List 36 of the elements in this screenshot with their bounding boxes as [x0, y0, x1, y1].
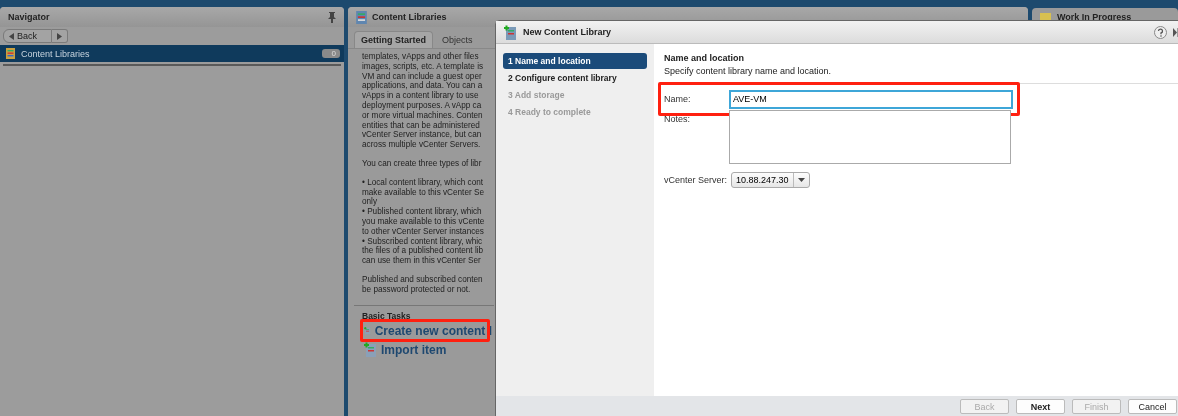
task-link[interactable]: Create new content l	[374, 323, 492, 338]
tab[interactable]: Getting Started	[354, 31, 433, 48]
forward-button[interactable]	[52, 29, 68, 43]
wizard-button[interactable]: Next	[1016, 399, 1065, 414]
wizard-step[interactable]: 1 Name and location	[503, 53, 647, 69]
panel-title: Work In Progress	[1057, 12, 1132, 22]
expand-icon[interactable]	[1173, 27, 1178, 37]
description-text: Published and subscribed conten be password protected or not.	[362, 274, 483, 295]
description-text: • Local content library, which cont make available to this vCenter Se only • Published content library, which you make available to this vCente to other vCenter Server instances • Subscribed content library, whic the files of a published content lib can use them in this vCenter Ser	[362, 177, 485, 266]
dialog-title: New Content Library	[523, 27, 611, 37]
panel-title: Navigator	[8, 12, 50, 22]
tab[interactable]: Objects	[435, 31, 480, 48]
description-text: You can create three types of libr	[362, 158, 482, 169]
forward-arrow-icon	[57, 32, 62, 40]
help-icon[interactable]	[1154, 25, 1167, 39]
page-heading: Name and location	[664, 53, 745, 63]
server-dropdown[interactable]: 10.88.247.30	[731, 172, 810, 188]
field-label: Name:	[664, 94, 692, 104]
back-button[interactable]: Back	[3, 29, 52, 43]
library-icon	[6, 48, 15, 59]
notes-field[interactable]	[729, 110, 1011, 164]
library-add-icon	[364, 342, 377, 358]
field-label: vCenter Server:	[664, 175, 728, 185]
section-title: Basic Tasks	[362, 310, 412, 321]
name-field[interactable]: AVE-VM	[729, 89, 1013, 109]
wizard-step[interactable]: 2 Configure content library	[503, 70, 647, 86]
library-add-icon	[504, 24, 517, 40]
description-text: templates, vApps and other files images, scripts, etc. A template is VM and can include a guest oper applications, and data. You can a vApps in a content library to use deployment purposes. A vApp ca or more virtual machines. Conten entities that can be administered vCenter Server instance, but can across multiple vCenter Servers.	[362, 52, 484, 150]
back-arrow-icon	[9, 32, 14, 40]
panel-title: Content Libraries	[372, 12, 447, 22]
library-icon	[356, 10, 367, 24]
page-subheading: Specify content library name and location.	[664, 66, 833, 76]
field-label: Notes:	[664, 113, 691, 124]
wizard-button[interactable]: Cancel	[1128, 399, 1177, 414]
pin-icon[interactable]	[328, 11, 336, 23]
caret-icon	[797, 178, 805, 182]
